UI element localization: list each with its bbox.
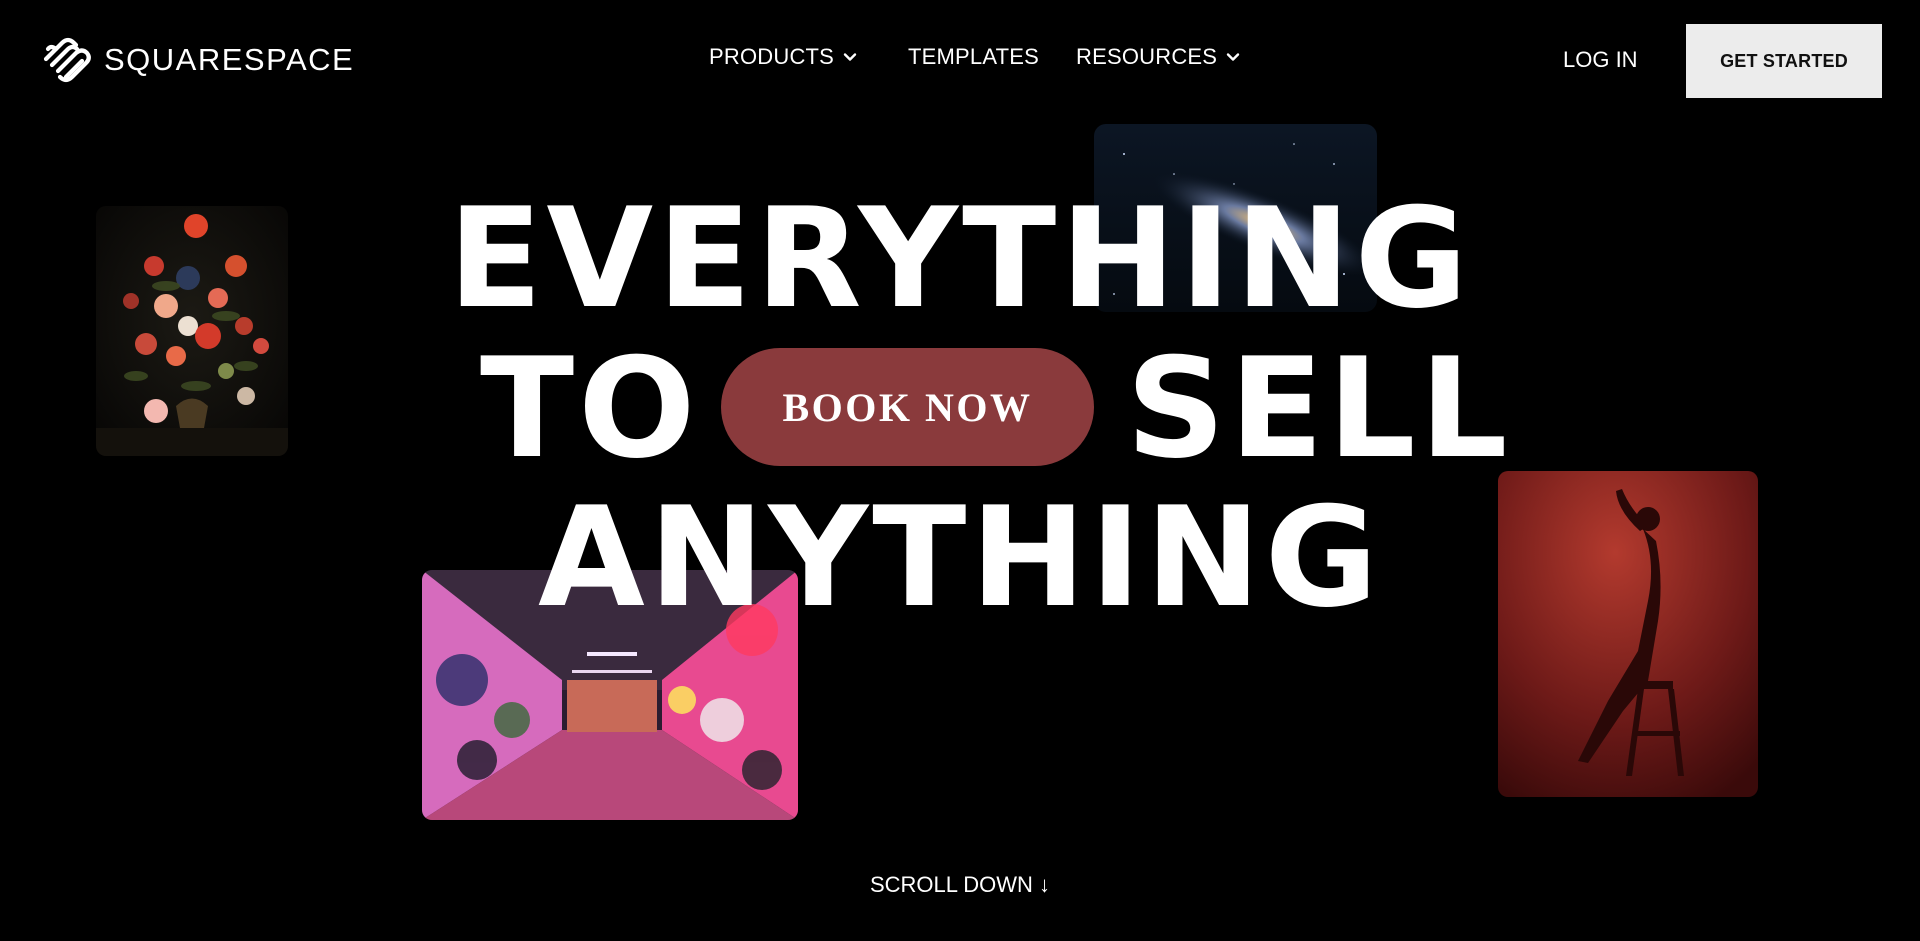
chevron-down-icon [843,53,857,61]
login-link[interactable]: LOG IN [1563,47,1638,73]
nav-resources[interactable]: RESOURCES [1076,44,1241,70]
hero-word-sell: SELL [1126,328,1512,489]
nav-resources-label: RESOURCES [1076,44,1218,69]
hero-word-to: TO [480,328,700,489]
hero-headline-line2: TO BOOK NOW SELL [0,340,1920,480]
site-header: SQUARESPACE PRODUCTS TEMPLATES RESOURCES… [0,0,1920,120]
nav-templates[interactable]: TEMPLATES [908,44,1039,70]
nav-products[interactable]: PRODUCTS [709,44,858,70]
get-started-button[interactable]: GET STARTED [1686,24,1882,98]
nav-products-label: PRODUCTS [709,44,835,69]
chevron-down-icon [1226,53,1240,61]
hero-headline-line1: EVERYTHING [448,178,1472,339]
scroll-down-link[interactable]: SCROLL DOWN ↓ [0,872,1920,898]
book-now-button[interactable]: BOOK NOW [721,348,1094,466]
nav-templates-label: TEMPLATES [908,44,1039,69]
hero-headline-line3: ANYTHING [538,477,1382,638]
